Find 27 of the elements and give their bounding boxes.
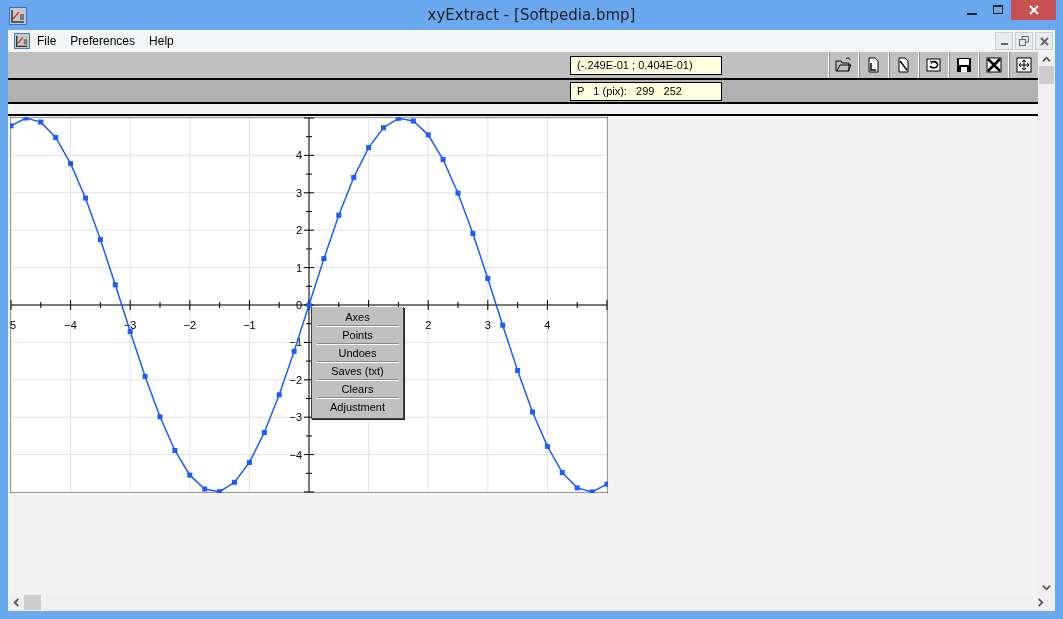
context-menu-item[interactable]: Adjustment	[316, 398, 399, 416]
y-tick-label: 1	[295, 261, 302, 274]
x-tick-label: −2	[183, 319, 197, 331]
point-info-display: P 1 (pix): 299 252	[570, 81, 722, 101]
x-tick-label: 5	[10, 319, 17, 331]
x-tick-label: 3	[484, 319, 491, 331]
x-tick-label: 2	[425, 319, 432, 331]
context-menu-item[interactable]: Clears	[316, 380, 399, 398]
menu-item[interactable]: Help	[142, 34, 181, 48]
context-menu-item[interactable]: Points	[316, 326, 399, 344]
x-tick-label: −1	[243, 319, 256, 331]
menu-item[interactable]: Preferences	[63, 34, 143, 48]
coordinates-display: (-.249E-01 ; 0.404E-01)	[570, 55, 722, 75]
menu-item[interactable]: File	[30, 34, 64, 48]
y-tick-label: 4	[295, 149, 302, 162]
x-tick-label: 4	[544, 319, 551, 331]
y-tick-label: 0	[295, 299, 302, 311]
y-tick-label: 3	[295, 186, 302, 199]
context-menu-item[interactable]: Saves (txt)	[316, 362, 399, 380]
x-tick-label: −4	[64, 319, 77, 331]
context-menu-item[interactable]: Undoes	[316, 344, 399, 362]
y-tick-label: 2	[295, 224, 302, 237]
context-menu-item[interactable]: Axes	[316, 309, 399, 326]
y-tick-label: −4	[289, 448, 302, 461]
window-title: xyExtract - [Softpedia.bmp]	[427, 6, 636, 24]
y-tick-label: −2	[289, 373, 302, 386]
y-tick-label: −3	[289, 411, 302, 424]
